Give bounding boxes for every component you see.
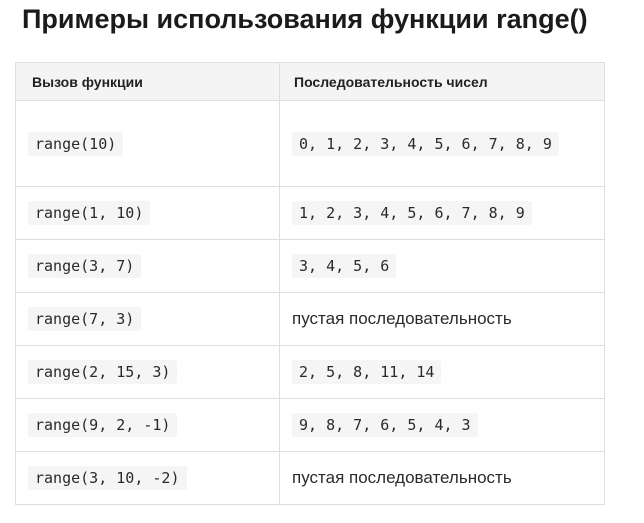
- function-call-code: range(3, 10, -2): [28, 466, 187, 490]
- function-call-cell: range(10): [15, 100, 280, 187]
- sequence-code: 9, 8, 7, 6, 5, 4, 3: [292, 413, 478, 437]
- function-call-cell: range(1, 10): [15, 186, 280, 240]
- sequence-text: пустая последовательность: [292, 309, 512, 328]
- column-header-call: Вызов функции: [15, 62, 280, 101]
- column-header-sequence: Последовательность чисел: [279, 62, 605, 101]
- sequence-code: 1, 2, 3, 4, 5, 6, 7, 8, 9: [292, 201, 532, 225]
- table-row: range(10) 0, 1, 2, 3, 4, 5, 6, 7, 8, 9: [15, 100, 605, 187]
- sequence-text: пустая последовательность: [292, 468, 512, 487]
- function-call-code: range(9, 2, -1): [28, 413, 178, 437]
- function-call-cell: range(9, 2, -1): [15, 398, 280, 452]
- function-call-code: range(7, 3): [28, 307, 142, 331]
- sequence-cell: 0, 1, 2, 3, 4, 5, 6, 7, 8, 9: [279, 100, 605, 187]
- function-call-code: range(10): [28, 131, 124, 156]
- sequence-cell: пустая последовательность: [279, 451, 605, 505]
- table-row: range(7, 3) пустая последовательность: [15, 292, 605, 346]
- sequence-cell: 3, 4, 5, 6: [279, 239, 605, 293]
- sequence-cell: 2, 5, 8, 11, 14: [279, 345, 605, 399]
- table-row: range(1, 10) 1, 2, 3, 4, 5, 6, 7, 8, 9: [15, 186, 605, 240]
- sequence-code: 3, 4, 5, 6: [292, 254, 397, 278]
- table-row: range(2, 15, 3) 2, 5, 8, 11, 14: [15, 345, 605, 399]
- function-call-code: range(2, 15, 3): [28, 360, 178, 384]
- function-call-code: range(1, 10): [28, 201, 151, 225]
- sequence-cell: пустая последовательность: [279, 292, 605, 346]
- table-row: range(3, 10, -2) пустая последовательнос…: [15, 451, 605, 505]
- sequence-cell: 9, 8, 7, 6, 5, 4, 3: [279, 398, 605, 452]
- function-call-cell: range(2, 15, 3): [15, 345, 280, 399]
- function-call-cell: range(3, 7): [15, 239, 280, 293]
- sequence-cell: 1, 2, 3, 4, 5, 6, 7, 8, 9: [279, 186, 605, 240]
- sequence-code: 0, 1, 2, 3, 4, 5, 6, 7, 8, 9: [292, 131, 559, 156]
- range-examples-table: Вызов функции Последовательность чисел r…: [15, 62, 605, 505]
- table-row: range(3, 7) 3, 4, 5, 6: [15, 239, 605, 293]
- table-header-row: Вызов функции Последовательность чисел: [15, 62, 605, 101]
- function-call-code: range(3, 7): [28, 254, 142, 278]
- page-title: Примеры использования функции range(): [22, 4, 588, 34]
- function-call-cell: range(7, 3): [15, 292, 280, 346]
- function-call-cell: range(3, 10, -2): [15, 451, 280, 505]
- sequence-code: 2, 5, 8, 11, 14: [292, 360, 442, 384]
- table-row: range(9, 2, -1) 9, 8, 7, 6, 5, 4, 3: [15, 398, 605, 452]
